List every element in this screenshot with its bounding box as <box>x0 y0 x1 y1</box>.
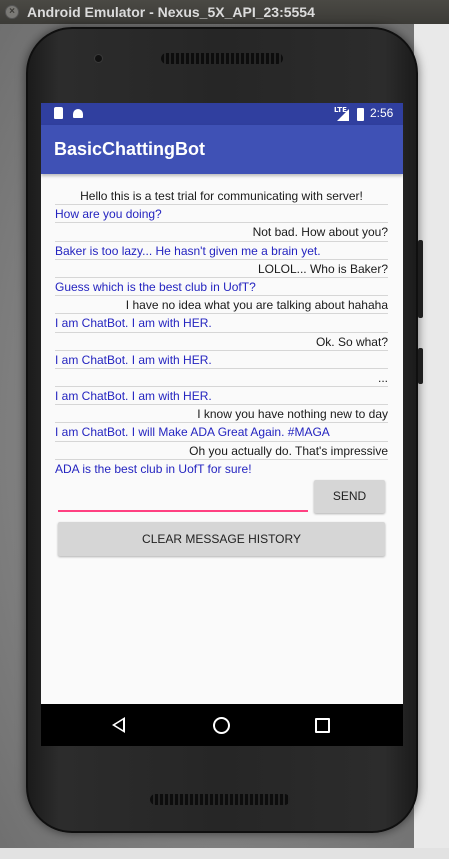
bot-message: How are you doing? <box>55 205 388 224</box>
bot-message: I am ChatBot. I will Make ADA Great Agai… <box>55 423 388 442</box>
app-title: BasicChattingBot <box>54 139 206 159</box>
user-message: Not bad. How about you? <box>55 223 388 242</box>
top-speaker-grille <box>161 53 283 64</box>
emulator-side-panel <box>414 24 449 859</box>
user-message: I know you have nothing new to day <box>55 405 388 424</box>
power-button[interactable] <box>418 348 423 384</box>
send-button[interactable]: SEND <box>314 480 385 513</box>
signal-icon <box>337 109 349 121</box>
window-title: Android Emulator - Nexus_5X_API_23:5554 <box>27 4 315 20</box>
app-bar: BasicChattingBot <box>41 125 403 174</box>
front-camera <box>94 54 103 63</box>
bottom-speaker-grille <box>150 794 290 805</box>
status-time: 2:56 <box>370 106 394 120</box>
device-screen: LTE 2:56 BasicChattingBot Hello this is … <box>41 103 403 746</box>
emulator-bottom-panel <box>0 848 449 859</box>
emulator-title-bar: × Android Emulator - Nexus_5X_API_23:555… <box>0 0 449 24</box>
volume-button[interactable] <box>418 240 423 318</box>
android-debug-icon <box>73 109 83 118</box>
user-message: Hello this is a test trial for communica… <box>55 187 388 206</box>
user-message: Oh you actually do. That's impressive <box>55 442 388 460</box>
clear-history-button[interactable]: CLEAR MESSAGE HISTORY <box>58 522 385 556</box>
window-close-button[interactable]: × <box>5 5 19 19</box>
user-message: ... <box>55 369 388 388</box>
chat-message-list[interactable]: Hello this is a test trial for communica… <box>55 187 388 478</box>
nav-back-icon[interactable] <box>112 717 125 733</box>
bot-message: I am ChatBot. I am with HER. <box>55 351 388 369</box>
nav-home-icon[interactable] <box>213 717 230 734</box>
sd-card-icon <box>54 107 63 119</box>
nav-recent-icon[interactable] <box>315 718 330 733</box>
message-input[interactable] <box>58 482 308 512</box>
bot-message: I am ChatBot. I am with HER. <box>55 387 388 406</box>
status-bar: LTE 2:56 <box>41 103 403 125</box>
bot-message: I am ChatBot. I am with HER. <box>55 314 388 333</box>
user-message: I have no idea what you are talking abou… <box>55 296 388 315</box>
battery-icon <box>357 108 364 121</box>
bot-message: Baker is too lazy... He hasn't given me … <box>55 242 388 260</box>
bot-message: Guess which is the best club in UofT? <box>55 278 388 297</box>
bot-message: ADA is the best club in UofT for sure! <box>55 461 252 476</box>
user-message: LOLOL... Who is Baker? <box>55 260 388 278</box>
navigation-bar <box>41 704 403 746</box>
user-message: Ok. So what? <box>55 333 388 351</box>
